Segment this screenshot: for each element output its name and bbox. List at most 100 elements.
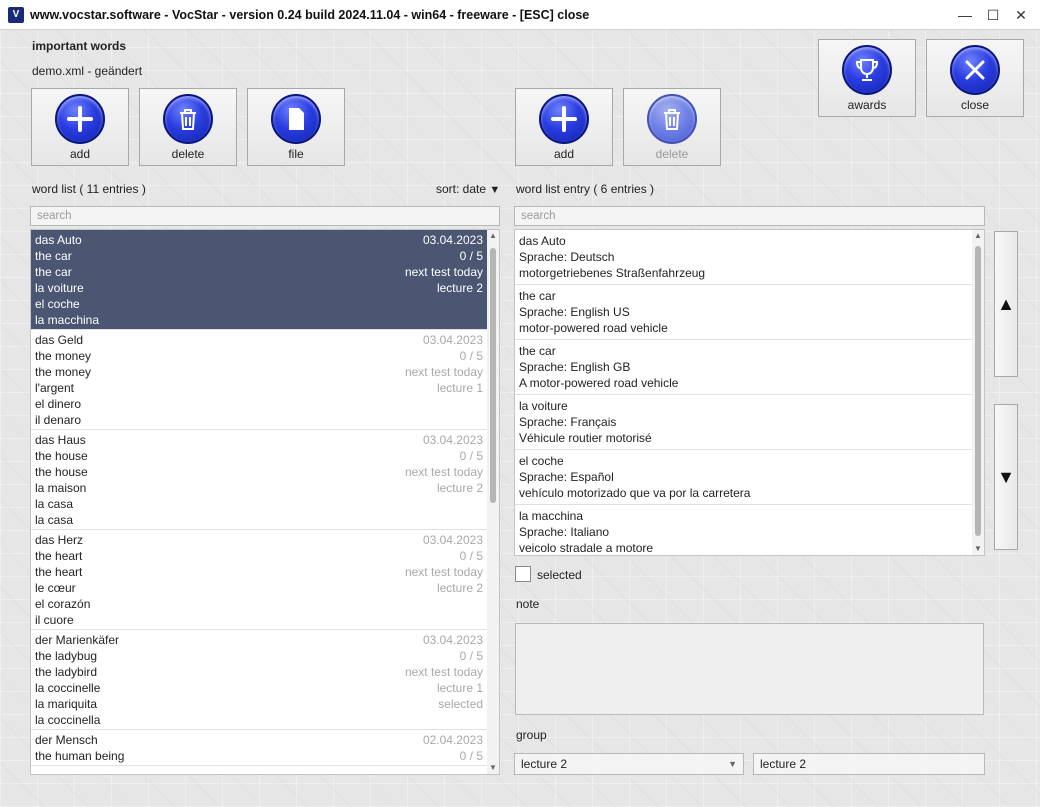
word-list-item[interactable]: das Herz 03.04.2023 the heart 0 / 5 the hear…	[31, 530, 487, 630]
add-entry-button[interactable]: add	[515, 88, 613, 166]
word-meta: selected	[438, 697, 483, 711]
note-field[interactable]	[515, 623, 984, 715]
word-term: el coche	[35, 297, 80, 311]
entry-list-item[interactable]: das Auto Sprache: Deutsch motorgetriebenes…	[515, 230, 972, 285]
word-line: il cuore	[35, 612, 483, 628]
word-line: the ladybird next test today	[35, 664, 483, 680]
file-status: demo.xml - geändert	[32, 64, 143, 78]
word-term: the house	[35, 465, 88, 479]
sort-selector[interactable]: sort: date ▼	[436, 182, 500, 196]
entry-word: das Auto	[519, 234, 566, 248]
group-select-value: lecture 2	[521, 757, 568, 771]
word-term: the heart	[35, 565, 83, 579]
word-list-item[interactable]: das Auto 03.04.2023 the car 0 / 5 the car nex…	[31, 230, 487, 330]
word-list-item[interactable]: das Geld 03.04.2023 the money 0 / 5 the mone…	[31, 330, 487, 430]
entry-lang: Sprache: English GB	[519, 360, 631, 374]
word-line: the car next test today	[35, 264, 483, 280]
entry-lang: Sprache: Deutsch	[519, 250, 615, 264]
arrow-up-icon: ▲	[997, 293, 1015, 314]
window-controls: — ☐ ✕	[954, 0, 1032, 30]
maximize-button[interactable]: ☐	[982, 4, 1004, 26]
group-select[interactable]: lecture 2 ▼	[514, 753, 744, 775]
entry-desc: A motor-powered road vehicle	[519, 376, 679, 390]
entry-list-item[interactable]: the car Sprache: English GB A motor-powere…	[515, 340, 972, 395]
entry-search-input[interactable]	[514, 206, 985, 226]
word-term: le cœur	[35, 581, 76, 595]
word-meta: 0 / 5	[459, 249, 483, 263]
close-button-label: close	[960, 98, 989, 112]
word-line: the ladybug 0 / 5	[35, 648, 483, 664]
scroll-up-icon[interactable]: ▲	[972, 230, 984, 242]
move-up-button[interactable]: ▲	[994, 231, 1018, 377]
entry-word: el coche	[519, 454, 564, 468]
word-line: la coccinella	[35, 712, 483, 728]
entry-word: la voiture	[519, 399, 568, 413]
title-bar: V www.vocstar.software - VocStar - versi…	[0, 0, 1040, 30]
chevron-down-icon: ▼	[728, 759, 737, 769]
word-term: the car	[35, 249, 72, 263]
group-label: group	[516, 728, 547, 742]
word-line: the heart next test today	[35, 564, 483, 580]
word-list-item[interactable]: der Marienkäfer 03.04.2023 the ladybug 0 / …	[31, 630, 487, 730]
word-term: el corazón	[35, 597, 91, 611]
word-list-item[interactable]: das Haus 03.04.2023 the house 0 / 5 the hous…	[31, 430, 487, 530]
entry-list-items: das Auto Sprache: Deutsch motorgetriebenes…	[515, 230, 972, 555]
delete-list-button[interactable]: delete	[139, 88, 237, 166]
word-line: la casa	[35, 512, 483, 528]
word-list-search-input[interactable]	[30, 206, 500, 226]
word-term: the heart	[35, 549, 83, 563]
word-meta: 03.04.2023	[422, 233, 483, 247]
word-meta: lecture 1	[436, 681, 483, 695]
word-term: das Geld	[35, 333, 84, 347]
word-meta: next test today	[404, 265, 483, 279]
entry-desc: motor-powered road vehicle	[519, 321, 668, 335]
add-list-button[interactable]: add	[31, 88, 129, 166]
word-term: el dinero	[35, 397, 82, 411]
word-meta: lecture 1	[436, 381, 483, 395]
word-meta: 03.04.2023	[422, 333, 483, 347]
word-list-item[interactable]: der Mensch 02.04.2023 the human being 0 / 5	[31, 730, 487, 766]
entry-list-item[interactable]: la macchina Sprache: Italiano veicolo stra…	[515, 505, 972, 555]
selected-label: selected	[537, 568, 582, 582]
word-list[interactable]: das Auto 03.04.2023 the car 0 / 5 the car nex…	[30, 229, 500, 775]
scroll-down-icon[interactable]: ▼	[487, 762, 499, 774]
word-term: l'argent	[35, 381, 74, 395]
entry-list-item[interactable]: la voiture Sprache: Français Véhicule rout…	[515, 395, 972, 450]
delete-entry-button[interactable]: delete	[623, 88, 721, 166]
minimize-button[interactable]: —	[954, 4, 976, 26]
word-line: la mariquita selected	[35, 696, 483, 712]
entry-list-item[interactable]: the car Sprache: English US motor-powered …	[515, 285, 972, 340]
entry-list[interactable]: das Auto Sprache: Deutsch motorgetriebenes…	[514, 229, 985, 556]
close-button[interactable]: close	[926, 39, 1024, 117]
entry-word: the car	[519, 289, 556, 303]
entry-lang: Sprache: Français	[519, 415, 617, 429]
selected-checkbox[interactable]	[515, 566, 531, 582]
add-entry-button-label: add	[553, 147, 575, 161]
scroll-down-icon[interactable]: ▼	[972, 543, 984, 555]
scrollbar-thumb[interactable]	[490, 248, 496, 503]
scrollbar-thumb[interactable]	[975, 246, 981, 536]
heading: important words	[32, 39, 127, 53]
word-line: el dinero	[35, 396, 483, 412]
group-text-input[interactable]: lecture 2	[753, 753, 985, 775]
entry-list-scrollbar[interactable]: ▲ ▼	[972, 230, 984, 555]
word-term: la voiture	[35, 281, 84, 295]
scroll-up-icon[interactable]: ▲	[487, 230, 499, 242]
word-line: der Marienkäfer 03.04.2023	[35, 632, 483, 648]
awards-button[interactable]: awards	[818, 39, 916, 117]
word-term: the human being	[35, 749, 125, 763]
file-button[interactable]: file	[247, 88, 345, 166]
plus-icon	[55, 94, 105, 144]
word-meta: 03.04.2023	[422, 433, 483, 447]
move-down-button[interactable]: ▼	[994, 404, 1018, 550]
word-list-scrollbar[interactable]: ▲ ▼	[487, 230, 499, 774]
note-label: note	[516, 597, 540, 611]
entry-desc: veicolo stradale a motore	[519, 541, 654, 555]
entry-list-item[interactable]: el coche Sprache: Español vehículo motoriz…	[515, 450, 972, 505]
entry-lang: Sprache: Español	[519, 470, 614, 484]
word-line: das Auto 03.04.2023	[35, 232, 483, 248]
entry-desc: motorgetriebenes Straßenfahrzeug	[519, 266, 706, 280]
window-close-button[interactable]: ✕	[1010, 4, 1032, 26]
word-meta: 03.04.2023	[422, 633, 483, 647]
word-line: la coccinelle lecture 1	[35, 680, 483, 696]
